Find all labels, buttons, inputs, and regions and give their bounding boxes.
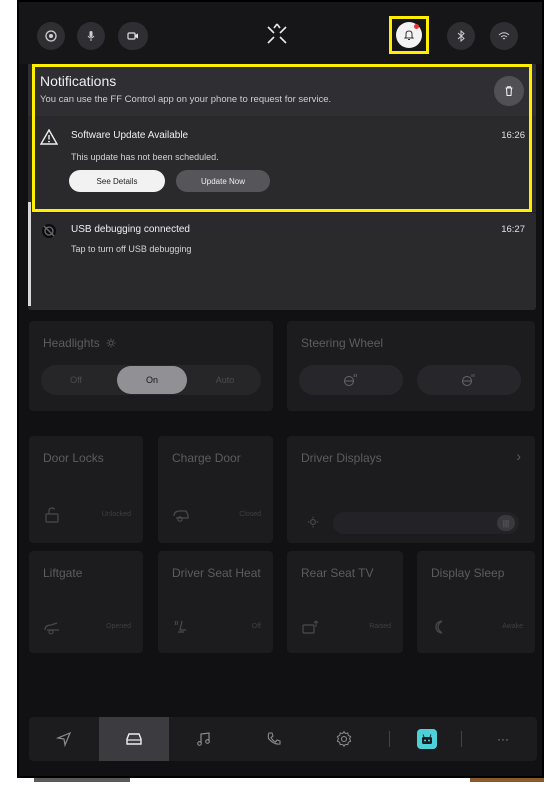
driver-displays-title: Driver Displays <box>301 451 382 465</box>
steering-adjust-icon <box>462 374 475 386</box>
charge-door-status: Closed <box>239 511 261 518</box>
display-sleep-tile[interactable]: Display Sleep Awake <box>417 551 535 653</box>
notification-time: 16:26 <box>501 130 525 141</box>
notification-usb-debugging[interactable]: USB debugging connected 16:27 Tap to tur… <box>28 214 536 304</box>
tv-icon <box>302 620 319 634</box>
headlights-label: Headlights <box>43 336 100 350</box>
underline-right <box>470 778 544 782</box>
underline-left <box>34 778 130 782</box>
usb-debug-icon <box>40 222 58 240</box>
dock-car[interactable] <box>99 717 169 761</box>
driver-seat-heat-title: Driver Seat Heat <box>172 566 261 580</box>
dock-separator <box>389 731 390 747</box>
driver-seat-heat-tile[interactable]: Driver Seat Heat Off <box>158 551 273 653</box>
steering-wheel-tile: Steering Wheel <box>287 321 535 411</box>
steering-wheel-title: Steering Wheel <box>301 336 384 350</box>
notification-text: This update has not been scheduled. <box>71 152 219 162</box>
navigation-icon <box>56 731 72 747</box>
mic-button[interactable] <box>77 22 105 50</box>
app-icon <box>417 729 437 749</box>
brightness-icon <box>307 516 319 528</box>
door-locks-tile[interactable]: Door Locks Unlocked <box>29 436 143 543</box>
driver-seat-heat-status: Off <box>251 623 261 630</box>
dock-navigation[interactable] <box>29 717 99 761</box>
warning-triangle-icon <box>40 128 58 146</box>
bottom-dock: ··· <box>29 717 537 761</box>
slider-knob[interactable]: ||| <box>497 515 515 531</box>
notification-dot <box>414 24 419 29</box>
chevron-right-icon: › <box>516 448 521 464</box>
display-sleep-status: Awake <box>502 623 523 630</box>
notification-time: 16:27 <box>501 224 525 235</box>
wifi-icon <box>498 32 510 40</box>
steering-heat-button[interactable] <box>299 365 403 395</box>
device-screen: Notifications You can use the FF Control… <box>17 0 544 778</box>
driver-display-brightness-slider[interactable]: ||| <box>333 512 519 534</box>
notifications-title: Notifications <box>40 73 117 89</box>
charge-door-icon <box>173 510 189 522</box>
liftgate-tile[interactable]: Liftgate Opened <box>29 551 143 653</box>
bluetooth-icon <box>457 30 465 42</box>
notification-divider <box>28 212 536 213</box>
headlights-off-option[interactable]: Off <box>45 365 107 395</box>
notification-software-update[interactable]: Software Update Available 16:26 This upd… <box>28 116 536 212</box>
display-sleep-title: Display Sleep <box>431 566 505 580</box>
notifications-panel: Notifications You can use the FF Control… <box>28 64 536 310</box>
music-icon <box>197 732 210 746</box>
door-locks-status: Unlocked <box>101 511 131 518</box>
rear-seat-tv-tile[interactable]: Rear Seat TV Raised <box>287 551 403 653</box>
moon-icon <box>435 620 443 634</box>
notification-text: Tap to turn off USB debugging <box>71 244 192 254</box>
car-icon <box>126 733 142 745</box>
clear-notifications-button[interactable] <box>494 76 524 106</box>
headlights-auto-option[interactable]: Auto <box>193 365 257 395</box>
outer-margin <box>0 0 17 788</box>
charge-door-tile[interactable]: Charge Door Closed <box>158 436 273 543</box>
face-id-button[interactable] <box>37 22 65 50</box>
phone-icon <box>267 732 281 745</box>
headlights-segmented-control: Off On Auto <box>41 365 261 395</box>
notification-title: Software Update Available <box>71 130 189 141</box>
sun-icon <box>106 338 116 348</box>
mic-icon <box>87 31 95 41</box>
door-locks-title: Door Locks <box>43 451 104 465</box>
dock-settings[interactable] <box>309 717 379 761</box>
rear-seat-tv-status: Raised <box>369 623 391 630</box>
camera-icon <box>127 32 138 40</box>
driver-displays-tile[interactable]: Driver Displays › ||| <box>287 436 535 543</box>
dock-phone[interactable] <box>239 717 309 761</box>
dock-app[interactable] <box>397 717 457 761</box>
more-icon[interactable]: ··· <box>469 717 537 761</box>
camera-button[interactable] <box>118 22 148 50</box>
update-now-button[interactable]: Update Now <box>176 170 270 192</box>
notifications-bell-icon <box>403 30 415 40</box>
notifications-subtitle: You can use the FF Control app on your p… <box>40 94 332 105</box>
steering-heat-icon <box>344 373 357 386</box>
charge-door-title: Charge Door <box>172 451 241 465</box>
lock-icon <box>45 507 59 523</box>
see-details-button[interactable]: See Details <box>69 170 165 192</box>
dock-music[interactable] <box>169 717 239 761</box>
headlights-on-option[interactable]: On <box>117 366 187 394</box>
seat-heat-icon <box>174 620 186 633</box>
notification-title: USB debugging connected <box>71 224 190 235</box>
status-bar <box>19 2 542 64</box>
notifications-header: Notifications You can use the FF Control… <box>28 64 536 116</box>
rear-seat-tv-title: Rear Seat TV <box>301 566 374 580</box>
settings-icon <box>336 730 352 748</box>
trash-icon <box>505 86 513 97</box>
liftgate-icon <box>44 622 59 635</box>
bluetooth-button[interactable] <box>447 22 475 50</box>
headlights-tile: Headlights Off On Auto <box>29 321 273 411</box>
ff-logo-icon <box>267 23 287 44</box>
dock-separator <box>461 731 462 747</box>
wifi-button[interactable] <box>490 22 518 50</box>
liftgate-title: Liftgate <box>43 566 83 580</box>
panel-edge <box>28 202 31 306</box>
face-id-icon <box>45 30 57 42</box>
steering-adjust-button[interactable] <box>417 365 521 395</box>
headlights-title: Headlights <box>43 335 143 351</box>
liftgate-status: Opened <box>106 623 131 630</box>
notifications-button[interactable] <box>389 16 429 54</box>
